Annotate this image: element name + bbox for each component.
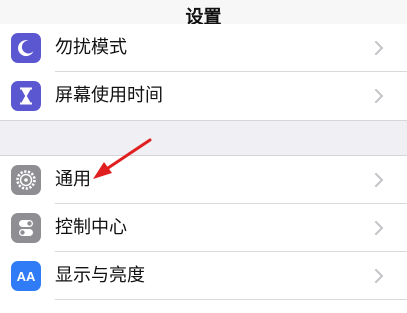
settings-row-label: 屏幕使用时间: [55, 85, 163, 106]
text-size-glyph: AA: [16, 268, 36, 284]
hourglass-icon: [11, 81, 41, 111]
settings-row-control-center[interactable]: 控制中心: [0, 204, 407, 252]
settings-group-general: 通用 控制中心 AA 显示与亮度: [0, 155, 407, 313]
chevron-right-icon: [375, 89, 384, 103]
text-size-icon: AA: [11, 261, 41, 291]
toggles-icon: [11, 213, 41, 243]
gear-icon: [11, 165, 41, 195]
settings-row-label: 通用: [55, 169, 91, 190]
settings-row-do-not-disturb[interactable]: 勿扰模式: [0, 24, 407, 72]
settings-row-display-brightness[interactable]: AA 显示与亮度: [0, 252, 407, 300]
moon-icon: [11, 33, 41, 63]
chevron-right-icon: [375, 173, 384, 187]
settings-row-label: 显示与亮度: [55, 265, 145, 286]
settings-row-screen-time[interactable]: 屏幕使用时间: [0, 72, 407, 120]
row-divider: [55, 299, 407, 300]
chevron-right-icon: [375, 41, 384, 55]
settings-group-focus: 勿扰模式 屏幕使用时间: [0, 24, 407, 121]
settings-row-label: 勿扰模式: [55, 37, 127, 58]
chevron-right-icon: [375, 269, 384, 283]
settings-row-general[interactable]: 通用: [0, 156, 407, 204]
settings-row-label: 控制中心: [55, 217, 127, 238]
chevron-right-icon: [375, 221, 384, 235]
